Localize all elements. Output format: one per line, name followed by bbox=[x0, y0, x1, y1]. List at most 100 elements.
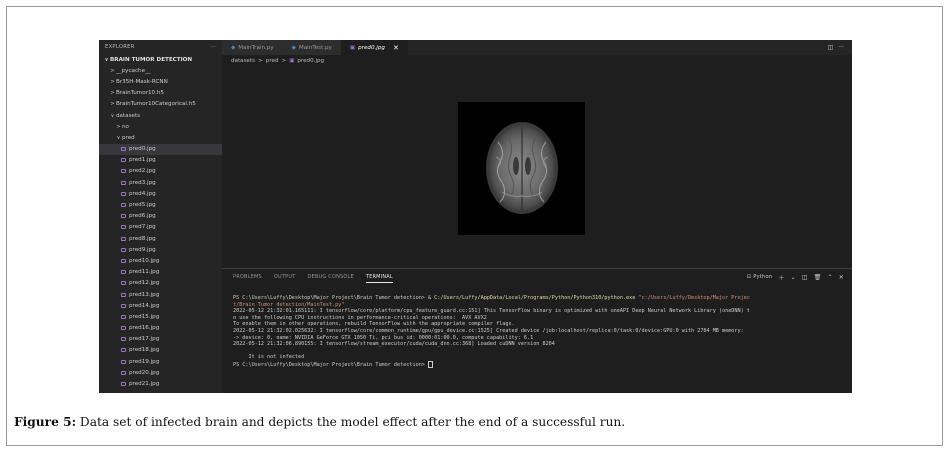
file-item[interactable]: pred16.jpg bbox=[99, 323, 222, 334]
file-item[interactable]: pred4.jpg bbox=[99, 188, 222, 199]
split-terminal-icon[interactable]: ◫ bbox=[802, 274, 808, 281]
image-icon: ▣ bbox=[289, 57, 295, 64]
script-path: "c:/Users/Luffy/Desktop/Major Projec bbox=[635, 295, 750, 301]
breadcrumb: datasets > pred > ▣ pred0.jpg bbox=[222, 55, 852, 66]
folder-item[interactable]: > __pycache__ bbox=[99, 65, 222, 76]
image-file-icon bbox=[121, 225, 126, 230]
more-actions-icon[interactable]: ··· bbox=[838, 44, 844, 51]
folder-item[interactable]: > BrainTumor10.h5 bbox=[99, 88, 222, 99]
tab-pred0[interactable]: ▣ pred0.jpg ✕ bbox=[340, 40, 408, 55]
tree-item-label: pred18.jpg bbox=[129, 347, 160, 354]
tree-item-label: BRAIN TUMOR DETECTION bbox=[110, 56, 193, 63]
breadcrumb-item[interactable]: pred bbox=[266, 58, 279, 64]
chevron-right-icon: > bbox=[110, 90, 115, 97]
file-item[interactable]: pred14.jpg bbox=[99, 300, 222, 311]
tab-maintrain[interactable]: ◆ MainTrain.py bbox=[222, 40, 283, 55]
caption-text: Data set of infected brain and depicts t… bbox=[76, 415, 626, 429]
image-file-icon bbox=[121, 359, 126, 364]
tree-item-label: pred12.jpg bbox=[129, 280, 160, 287]
terminal-line: PS C:\Users\Luffy\Desktop\Major Project\… bbox=[233, 295, 750, 301]
breadcrumb-separator: > bbox=[281, 57, 287, 64]
terminal-line: -> device: 0, name: NVIDIA GeForce GTX 1… bbox=[233, 334, 534, 341]
image-file-icon bbox=[121, 382, 126, 387]
image-icon: ▣ bbox=[349, 44, 356, 51]
chevron-down-icon[interactable]: ⌄ bbox=[791, 274, 796, 281]
file-item[interactable]: pred13.jpg bbox=[99, 289, 222, 300]
tab-problems[interactable]: PROBLEMS bbox=[233, 272, 262, 282]
file-item[interactable]: pred19.jpg bbox=[99, 356, 222, 367]
file-item[interactable]: pred3.jpg bbox=[99, 177, 222, 188]
tree-item-label: pred5.jpg bbox=[129, 202, 156, 209]
file-item[interactable]: pred18.jpg bbox=[99, 345, 222, 356]
file-item[interactable]: pred12.jpg bbox=[99, 278, 222, 289]
tree-item-label: pred6.jpg bbox=[129, 213, 156, 220]
folder-item[interactable]: ∨ pred bbox=[99, 132, 222, 143]
image-file-icon bbox=[121, 337, 126, 342]
file-item[interactable]: pred15.jpg bbox=[99, 311, 222, 322]
tab-maintest[interactable]: ◆ MainTest.py bbox=[282, 40, 341, 55]
tree-item-label: pred15.jpg bbox=[129, 313, 160, 320]
tab-terminal[interactable]: TERMINAL bbox=[365, 272, 393, 283]
editor-area: ◆ MainTrain.py ◆ MainTest.py ▣ pred0.jpg… bbox=[222, 40, 852, 268]
terminal-line: PS C:\Users\Luffy\Desktop\Major Project\… bbox=[233, 360, 433, 369]
terminal-shell-selector[interactable]: ⊡ Python bbox=[747, 274, 773, 280]
file-item[interactable]: pred6.jpg bbox=[99, 211, 222, 222]
tree-item-label: pred11.jpg bbox=[129, 269, 160, 276]
vscode-window: EXPLORER ··· ∨ BRAIN TUMOR DETECTION > __py… bbox=[99, 40, 852, 393]
split-editor-icon[interactable]: ◫ bbox=[828, 44, 834, 51]
terminal-cursor bbox=[427, 360, 433, 369]
workspace-root[interactable]: ∨ BRAIN TUMOR DETECTION bbox=[99, 54, 222, 65]
tree-item-label: pred10.jpg bbox=[129, 257, 160, 264]
tree-item-label: pred14.jpg bbox=[129, 302, 160, 309]
python-icon: ◆ bbox=[291, 44, 296, 51]
file-item[interactable]: pred2.jpg bbox=[99, 166, 222, 177]
chevron-down-icon: ∨ bbox=[116, 134, 121, 141]
image-file-icon bbox=[121, 314, 126, 319]
image-file-icon bbox=[121, 236, 126, 241]
file-item[interactable]: pred8.jpg bbox=[99, 233, 222, 244]
tree-item-label: pred8.jpg bbox=[129, 235, 156, 242]
image-file-icon bbox=[121, 258, 126, 263]
folder-item[interactable]: > BrainTumor10Categorical.h5 bbox=[99, 99, 222, 110]
tab-label: MainTest.py bbox=[298, 44, 332, 51]
file-item[interactable]: pred17.jpg bbox=[99, 334, 222, 345]
explorer-more-button[interactable]: ··· bbox=[210, 44, 216, 50]
breadcrumb-item[interactable]: pred0.jpg bbox=[297, 58, 324, 64]
brain-mri-graphic bbox=[486, 122, 558, 214]
chevron-right-icon: > bbox=[110, 78, 115, 85]
file-item[interactable]: pred1.jpg bbox=[99, 155, 222, 166]
tree-item-label: Br35H-Mask-RCNN bbox=[116, 78, 168, 85]
trash-icon[interactable]: 🗑 bbox=[814, 274, 822, 281]
file-item[interactable]: pred5.jpg bbox=[99, 199, 222, 210]
image-file-icon bbox=[121, 214, 126, 219]
chevron-right-icon: > bbox=[110, 67, 115, 74]
image-file-icon bbox=[121, 303, 126, 308]
explorer-header: EXPLORER ··· bbox=[99, 40, 222, 54]
file-item[interactable]: pred7.jpg bbox=[99, 222, 222, 233]
close-icon[interactable]: ✕ bbox=[393, 44, 399, 52]
tree-item-label: pred3.jpg bbox=[129, 179, 156, 186]
terminal-output[interactable]: PS C:\Users\Luffy\Desktop\Major Project\… bbox=[222, 285, 852, 369]
brain-mri-image bbox=[458, 102, 585, 235]
file-item[interactable]: pred21.jpg bbox=[99, 378, 222, 389]
file-item[interactable]: pred9.jpg bbox=[99, 244, 222, 255]
file-item[interactable]: pred20.jpg bbox=[99, 367, 222, 378]
folder-item[interactable]: > no bbox=[99, 121, 222, 132]
close-panel-icon[interactable]: ✕ bbox=[839, 274, 844, 281]
tab-output[interactable]: OUTPUT bbox=[274, 272, 296, 282]
tree-item-label: pred16.jpg bbox=[129, 325, 160, 332]
maximize-panel-icon[interactable]: ⌃ bbox=[828, 274, 833, 281]
tab-debug-console[interactable]: DEBUG CONSOLE bbox=[307, 272, 353, 282]
tree-item-label: __pycache__ bbox=[116, 67, 151, 74]
folder-item[interactable]: > Br35H-Mask-RCNN bbox=[99, 76, 222, 87]
tree-item-label: pred bbox=[122, 134, 135, 141]
folder-item[interactable]: ∨ datasets bbox=[99, 110, 222, 121]
file-item[interactable]: pred11.jpg bbox=[99, 267, 222, 278]
terminal-line: 2022-05-12 21:32:06.890155: I tensorflow… bbox=[233, 341, 555, 348]
tree-item-label: datasets bbox=[116, 112, 141, 119]
bottom-panel: PROBLEMS OUTPUT DEBUG CONSOLE TERMINAL ⊡… bbox=[222, 268, 852, 393]
file-item[interactable]: pred0.jpg bbox=[99, 143, 222, 155]
file-item[interactable]: pred10.jpg bbox=[99, 255, 222, 266]
new-terminal-icon[interactable]: ＋ bbox=[778, 273, 784, 282]
breadcrumb-item[interactable]: datasets bbox=[231, 58, 255, 64]
